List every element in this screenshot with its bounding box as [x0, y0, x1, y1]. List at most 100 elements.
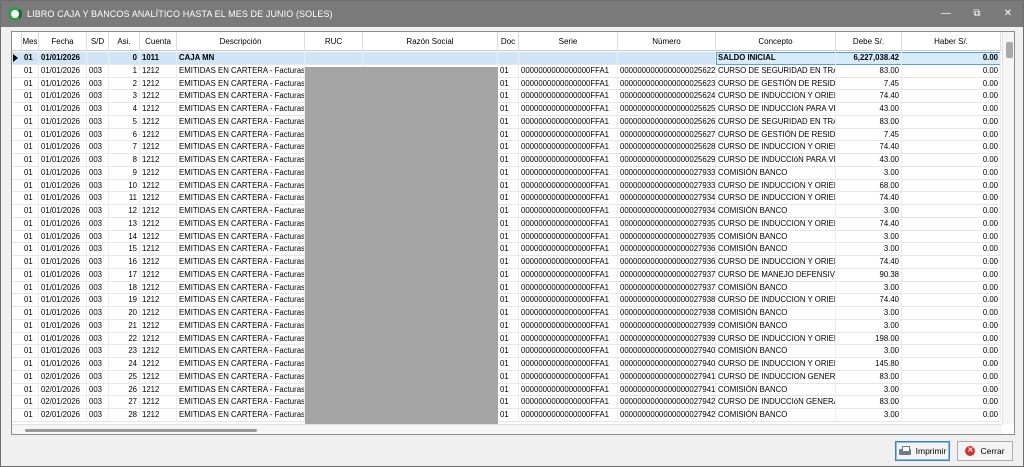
cell-asi[interactable]: 9: [109, 166, 140, 180]
table-row[interactable]: 01 01/01/2026 003 13 1212 EMITIDAS EN CARTERA…: [12, 217, 1001, 231]
cell-cuenta[interactable]: 1212: [140, 307, 177, 320]
cell-serie[interactable]: 0000000000000000FFA1: [519, 154, 618, 167]
cell-fecha[interactable]: 01/01/2026: [39, 319, 87, 333]
cell-concepto[interactable]: CURSO DE INDUCCION Y ORIENT: [716, 141, 836, 154]
cell-fecha[interactable]: 01/01/2026: [39, 294, 87, 307]
cell-sd[interactable]: 003: [87, 319, 109, 333]
cell-serie[interactable]: 0000000000000000FFA1: [519, 90, 618, 103]
cell-ruc[interactable]: [305, 52, 363, 65]
cell-haber[interactable]: 0.00: [902, 217, 1001, 231]
cell-sd[interactable]: 003: [87, 294, 109, 307]
cell-sd[interactable]: 003: [87, 115, 109, 129]
cell-mes[interactable]: 01: [22, 268, 39, 282]
cell-debe[interactable]: 3.00: [836, 230, 902, 244]
cell-asi[interactable]: 13: [109, 217, 140, 231]
cell-debe[interactable]: 83.00: [836, 396, 902, 409]
cell-descripcion[interactable]: EMITIDAS EN CARTERA - Facturas: [177, 128, 305, 142]
cell-doc[interactable]: 01: [498, 294, 519, 307]
table-row[interactable]: 01 01/01/2026 003 24 1212 EMITIDAS EN CARTERA…: [12, 358, 1001, 371]
cell-debe[interactable]: 74.40: [836, 294, 902, 307]
cell-mes[interactable]: 01: [22, 319, 39, 333]
cell-asi[interactable]: 11: [109, 192, 140, 205]
cell-asi[interactable]: 1: [109, 64, 140, 78]
cell-haber[interactable]: 0.00: [902, 256, 1001, 269]
cell-fecha[interactable]: 02/01/2026: [39, 409, 87, 422]
cell-mes[interactable]: 01: [22, 192, 39, 205]
cell-cuenta[interactable]: 1212: [140, 319, 177, 333]
cell-sd[interactable]: 003: [87, 256, 109, 269]
cell-doc[interactable]: 01: [498, 256, 519, 269]
grid-body[interactable]: 01 01/01/2026 0 1011 CAJA MN SALDO INICIAL 6,2…: [12, 52, 1014, 424]
cell-serie[interactable]: 0000000000000000FFA1: [519, 383, 618, 397]
cell-mes[interactable]: 01: [22, 409, 39, 422]
cell-numero[interactable]: 0000000000000000027933: [618, 179, 716, 193]
cell-asi[interactable]: 7: [109, 141, 140, 154]
cell-concepto[interactable]: COMISIÓN BANCO: [716, 319, 836, 333]
table-row[interactable]: 01 01/01/2026 003 14 1212 EMITIDAS EN CARTERA…: [12, 230, 1001, 244]
cell-asi[interactable]: 4: [109, 103, 140, 116]
table-row[interactable]: 01 01/01/2026 003 20 1212 EMITIDAS EN CARTERA…: [12, 307, 1001, 320]
cell-doc[interactable]: 01: [498, 319, 519, 333]
column-header-mes[interactable]: Mes: [22, 32, 39, 51]
cell-numero[interactable]: 0000000000000000025626: [618, 115, 716, 129]
cell-mes[interactable]: 01: [22, 154, 39, 167]
cell-cuenta[interactable]: 1212: [140, 90, 177, 103]
cell-numero[interactable]: 0000000000000000027942: [618, 409, 716, 422]
cell-doc[interactable]: 01: [498, 64, 519, 78]
cell-cuenta[interactable]: 1212: [140, 332, 177, 346]
cell-fecha[interactable]: 01/01/2026: [39, 77, 87, 91]
cell-mes[interactable]: 01: [22, 217, 39, 231]
table-row-selected[interactable]: 01 01/01/2026 0 1011 CAJA MN SALDO INICIAL 6,2…: [12, 52, 1001, 65]
cell-doc[interactable]: 01: [498, 128, 519, 142]
cell-serie[interactable]: 0000000000000000FFA1: [519, 307, 618, 320]
cell-sd[interactable]: 003: [87, 90, 109, 103]
cell-cuenta[interactable]: 1212: [140, 345, 177, 358]
cell-sd[interactable]: 003: [87, 64, 109, 78]
cell-mes[interactable]: 01: [22, 64, 39, 78]
cell-mes[interactable]: 01: [22, 230, 39, 244]
cell-doc[interactable]: 01: [498, 115, 519, 129]
cell-cuenta[interactable]: 1212: [140, 243, 177, 256]
cell-descripcion[interactable]: EMITIDAS EN CARTERA - Facturas: [177, 154, 305, 167]
cell-serie[interactable]: 0000000000000000FFA1: [519, 243, 618, 256]
table-row[interactable]: 01 01/01/2026 003 11 1212 EMITIDAS EN CARTERA…: [12, 192, 1001, 205]
cell-sd[interactable]: 003: [87, 370, 109, 384]
cell-numero[interactable]: 0000000000000000027938: [618, 294, 716, 307]
cell-haber[interactable]: 0.00: [902, 77, 1001, 91]
cell-fecha[interactable]: 01/01/2026: [39, 281, 87, 295]
cell-sd[interactable]: 003: [87, 77, 109, 91]
cell-doc[interactable]: 01: [498, 217, 519, 231]
cell-fecha[interactable]: 02/01/2026: [39, 396, 87, 409]
cell-sd[interactable]: 003: [87, 345, 109, 358]
cell-debe[interactable]: 3.00: [836, 205, 902, 218]
cell-fecha[interactable]: 01/01/2026: [39, 179, 87, 193]
cell-haber[interactable]: 0.00: [902, 166, 1001, 180]
vertical-scroll-thumb[interactable]: [1006, 42, 1013, 58]
cell-sd[interactable]: 003: [87, 103, 109, 116]
cell-serie[interactable]: 0000000000000000FFA1: [519, 281, 618, 295]
cell-fecha[interactable]: 01/01/2026: [39, 64, 87, 78]
cell-numero[interactable]: 0000000000000000025629: [618, 154, 716, 167]
cell-haber[interactable]: 0.00: [902, 128, 1001, 142]
cell-descripcion[interactable]: EMITIDAS EN CARTERA - Facturas: [177, 268, 305, 282]
cell-descripcion[interactable]: EMITIDAS EN CARTERA - Facturas: [177, 281, 305, 295]
cell-debe[interactable]: 3.00: [836, 243, 902, 256]
cell-mes[interactable]: 01: [22, 243, 39, 256]
cell-concepto[interactable]: COMISIÓN BANCO: [716, 281, 836, 295]
cell-mes[interactable]: 01: [22, 332, 39, 346]
cell-debe[interactable]: 6,227,038.42: [836, 52, 902, 65]
cell-numero[interactable]: 0000000000000000027940: [618, 345, 716, 358]
cell-fecha[interactable]: 02/01/2026: [39, 383, 87, 397]
table-row[interactable]: 01 02/01/2026 003 28 1212 EMITIDAS EN CARTERA…: [12, 409, 1001, 422]
cell-mes[interactable]: 01: [22, 179, 39, 193]
cell-fecha[interactable]: 01/01/2026: [39, 217, 87, 231]
cell-serie[interactable]: 0000000000000000FFA1: [519, 64, 618, 78]
cell-cuenta[interactable]: 1212: [140, 192, 177, 205]
cell-concepto[interactable]: CURSO DE INDUCCIóN PARA VIS: [716, 154, 836, 167]
cell-fecha[interactable]: 01/01/2026: [39, 243, 87, 256]
table-row[interactable]: 01 01/01/2026 003 8 1212 EMITIDAS EN CARTERA …: [12, 154, 1001, 167]
cell-haber[interactable]: 0.00: [902, 268, 1001, 282]
cell-fecha[interactable]: 01/01/2026: [39, 256, 87, 269]
cell-sd[interactable]: 003: [87, 281, 109, 295]
cell-numero[interactable]: 0000000000000000027933: [618, 166, 716, 180]
